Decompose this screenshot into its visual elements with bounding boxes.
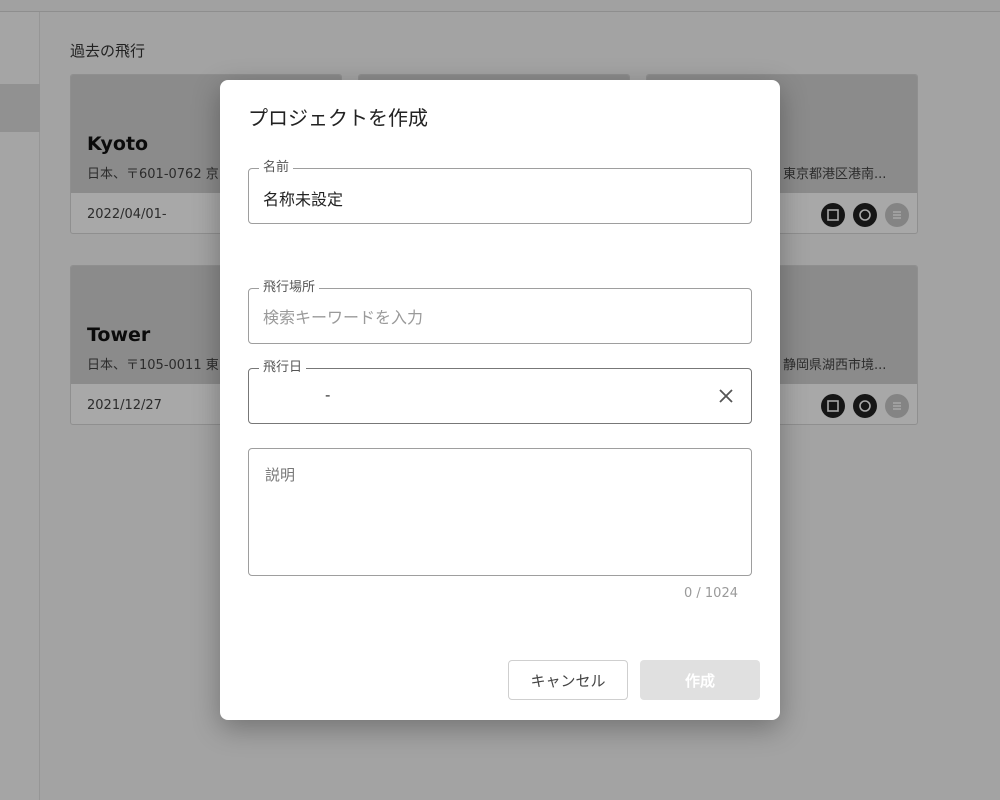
- create-project-dialog: プロジェクトを作成 名前 名称未設定 飛行場所 検索キーワードを入力 飛行日 -…: [220, 80, 780, 720]
- dialog-title: プロジェクトを作成: [248, 106, 428, 130]
- description-placeholder: 説明: [265, 466, 296, 484]
- description-textarea[interactable]: 説明: [248, 448, 752, 576]
- character-counter: 0 / 1024: [684, 586, 738, 601]
- name-field-label: 名前: [259, 159, 294, 177]
- date-field-label: 飛行日: [259, 359, 307, 377]
- name-field[interactable]: 名前 名称未設定: [248, 159, 752, 224]
- date-field[interactable]: 飛行日 -: [248, 359, 752, 424]
- cancel-button[interactable]: キャンセル: [508, 660, 628, 700]
- create-button[interactable]: 作成: [640, 660, 760, 700]
- date-range-separator: -: [325, 386, 331, 404]
- close-icon[interactable]: [715, 385, 737, 407]
- location-field[interactable]: 飛行場所 検索キーワードを入力: [248, 279, 752, 344]
- name-field-value[interactable]: 名称未設定: [263, 186, 343, 210]
- location-field-label: 飛行場所: [259, 279, 320, 297]
- location-search-input[interactable]: 検索キーワードを入力: [263, 304, 423, 328]
